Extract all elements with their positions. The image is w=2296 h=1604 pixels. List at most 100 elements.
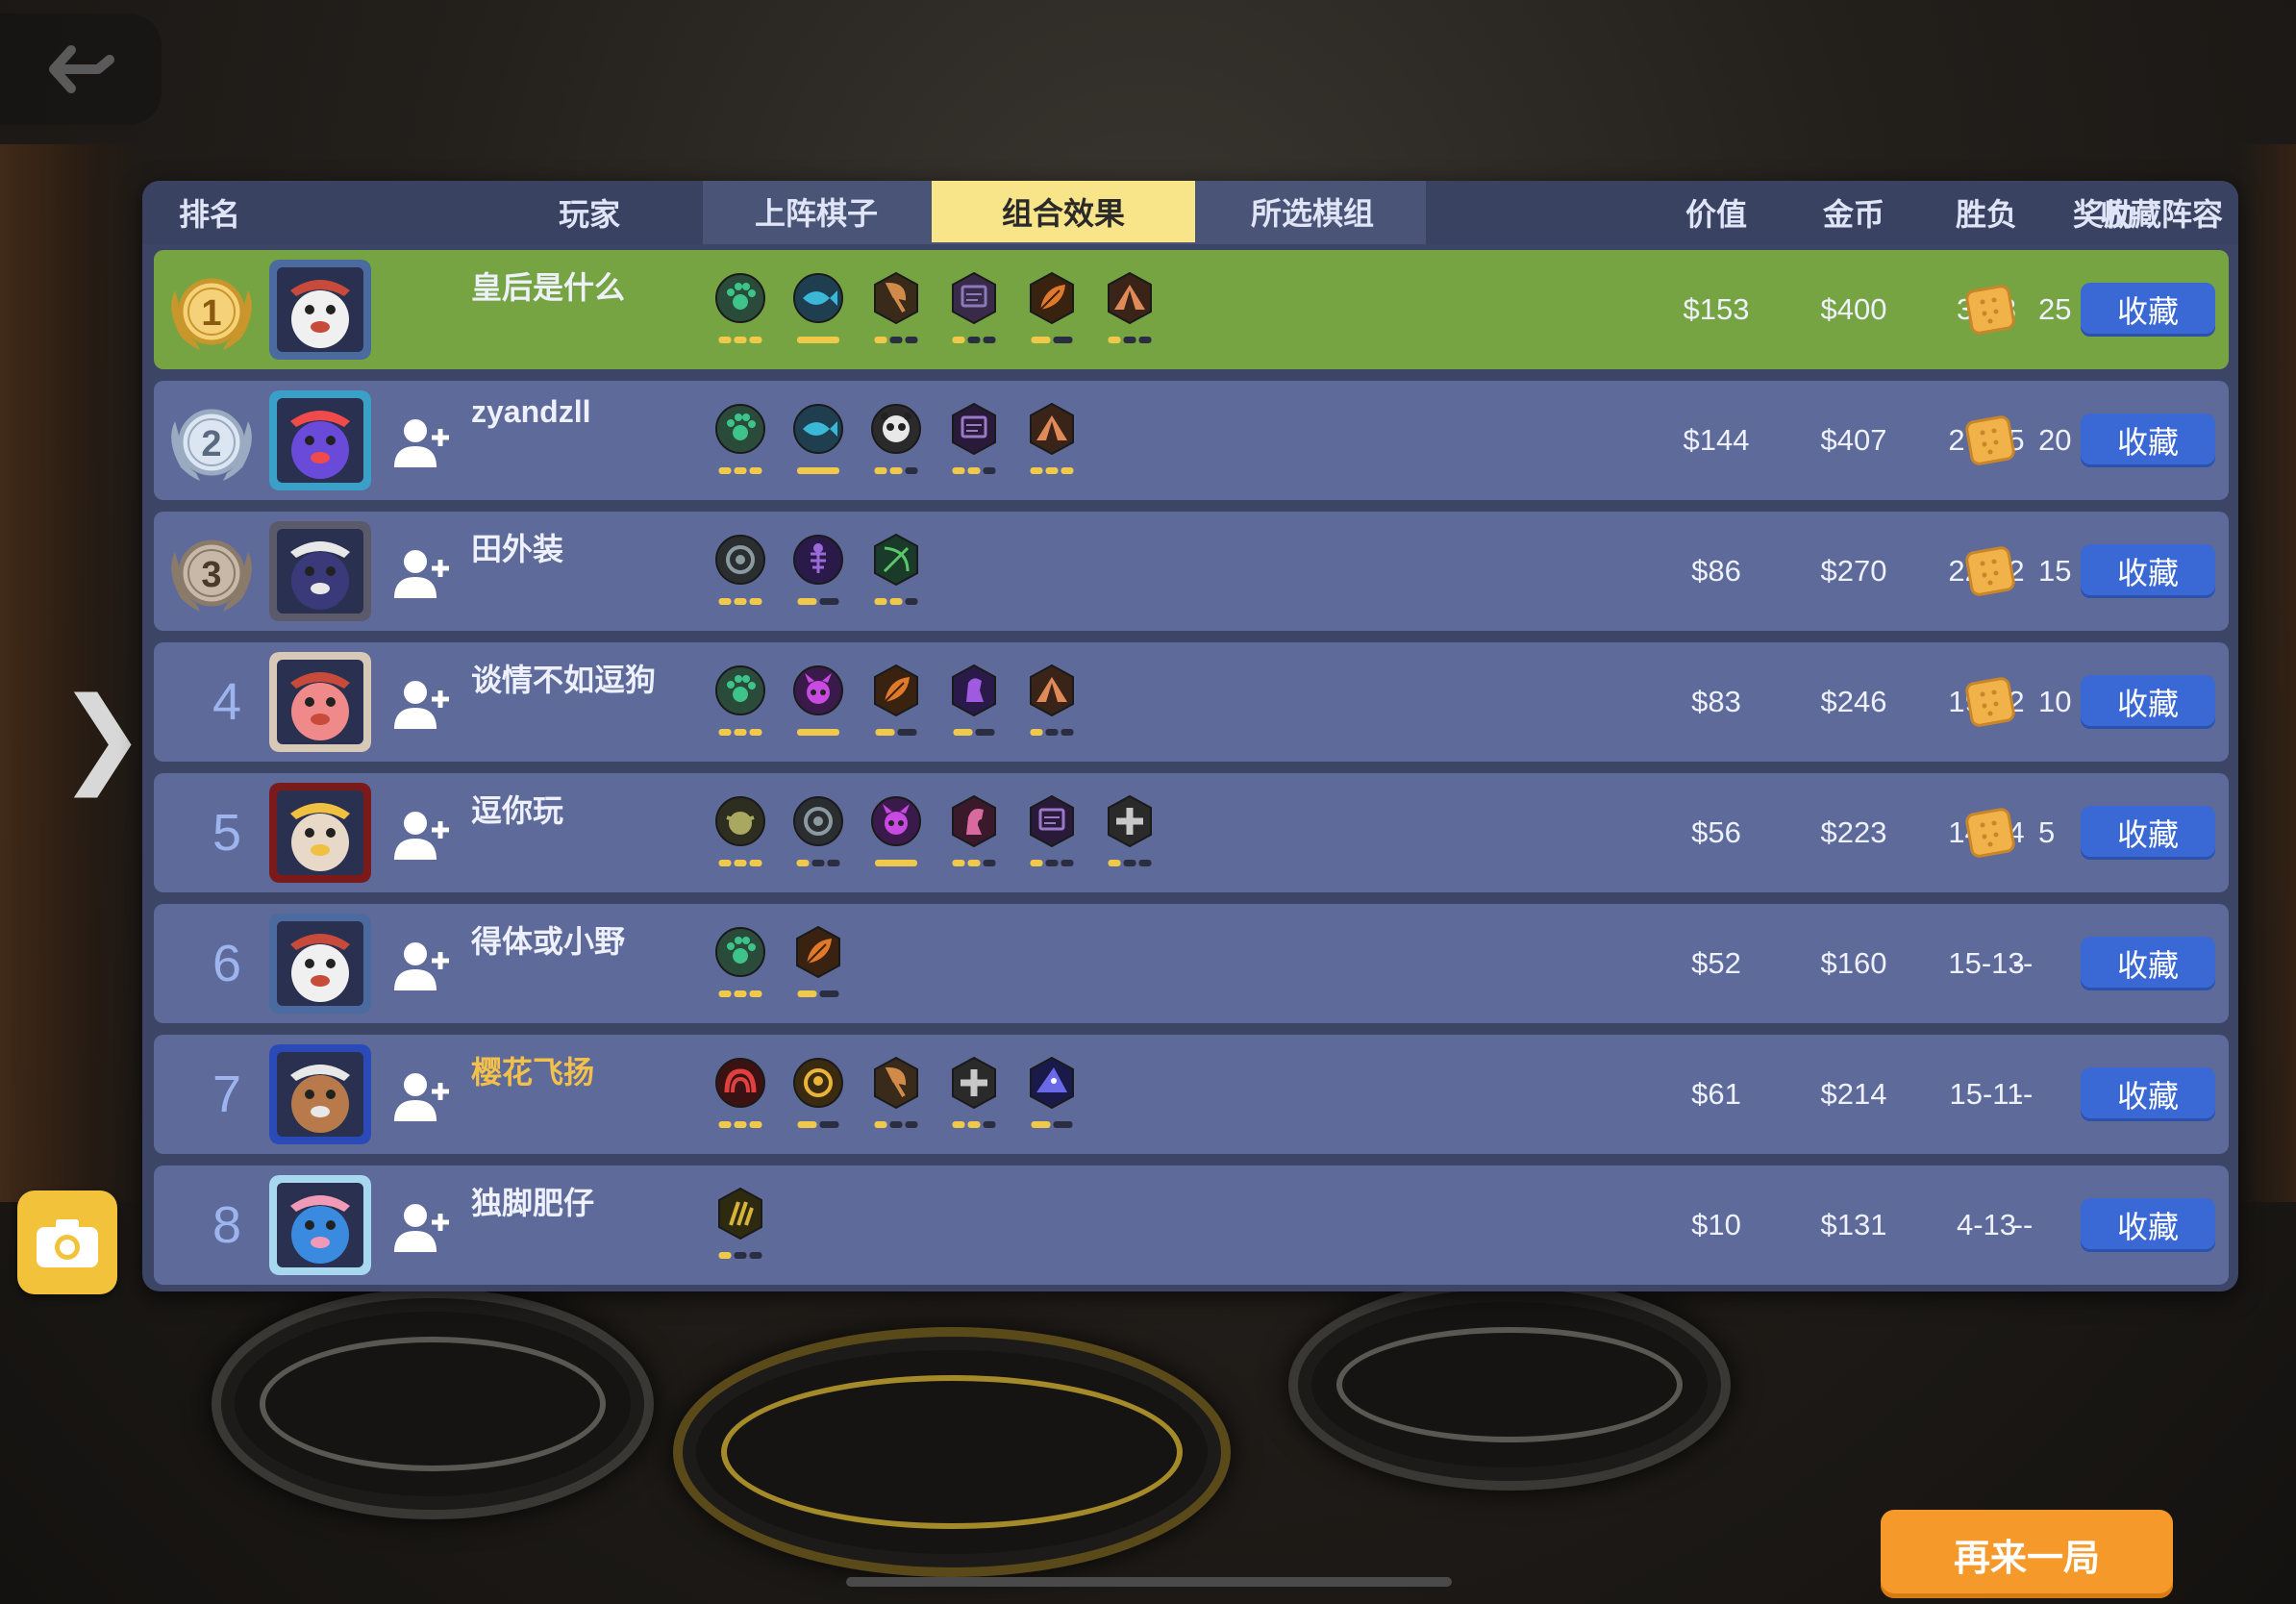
add-friend-icon[interactable] <box>392 544 452 602</box>
favorite-button[interactable]: 收藏 <box>2081 283 2215 337</box>
wave-synergy-icon[interactable] <box>710 1052 781 1139</box>
reward-amount: 5 <box>2038 815 2056 849</box>
penguin-captain-avatar-icon[interactable] <box>269 914 371 1014</box>
chess-platform <box>212 1289 654 1519</box>
bird-avatar-icon[interactable] <box>269 1175 371 1275</box>
value-cell: $153 <box>1683 292 1750 326</box>
favorite-button[interactable]: 收藏 <box>2081 414 2215 467</box>
feather-synergy-icon[interactable] <box>787 921 859 1008</box>
favorite-button[interactable]: 收藏 <box>2081 1067 2215 1121</box>
bow-synergy-icon[interactable] <box>865 529 936 615</box>
add-friend-icon[interactable] <box>392 414 452 471</box>
reward-empty: -- <box>2012 1077 2034 1111</box>
reward-empty: -- <box>2012 946 2034 980</box>
tab-selected-deck[interactable]: 所选棋组 <box>1197 181 1428 242</box>
value-cell: $52 <box>1691 946 1741 980</box>
header-winloss: 胜负 <box>1955 197 2017 232</box>
rank-medal-icon: 2 <box>162 392 262 489</box>
fish-synergy-icon[interactable] <box>787 267 859 354</box>
add-friend-icon[interactable] <box>392 1067 452 1125</box>
favorite-button[interactable]: 收藏 <box>2081 544 2215 598</box>
tablet-synergy-icon[interactable] <box>943 398 1014 485</box>
add-friend-icon[interactable] <box>392 675 452 733</box>
cracker-reward-icon <box>1961 673 2019 731</box>
feather-synergy-icon[interactable] <box>1021 267 1092 354</box>
cross-synergy-icon[interactable] <box>943 1052 1014 1139</box>
skeleton-synergy-icon[interactable] <box>787 529 859 615</box>
add-friend-icon[interactable] <box>392 1198 452 1256</box>
cross-synergy-icon[interactable] <box>1099 790 1170 877</box>
warrior-avatar-icon[interactable] <box>269 1044 371 1144</box>
svg-text:3: 3 <box>201 555 221 595</box>
header-rank: 排名 <box>178 197 240 232</box>
paw-synergy-icon[interactable] <box>710 921 781 1008</box>
paw-synergy-icon[interactable] <box>710 267 781 354</box>
reward: 10 <box>1961 642 2088 762</box>
rank-number: 6 <box>212 935 242 992</box>
knight-synergy-icon[interactable] <box>943 660 1014 746</box>
chef-avatar-icon[interactable] <box>269 652 371 752</box>
player-name: 得体或小野 <box>471 924 626 959</box>
gold-cell: $407 <box>1820 423 1887 457</box>
lion-dance-avatar-icon[interactable] <box>269 783 371 883</box>
camera-icon <box>37 1219 98 1267</box>
demon-synergy-icon[interactable] <box>865 790 936 877</box>
header-player: 玩家 <box>558 197 620 232</box>
value-cell: $144 <box>1683 423 1750 457</box>
value-cell: $56 <box>1691 815 1741 849</box>
value-cell: $86 <box>1691 554 1741 588</box>
tent-synergy-icon[interactable] <box>1021 398 1092 485</box>
play-again-button[interactable]: 再来一局 <box>1881 1510 2173 1598</box>
table-row: 5 逗你玩$56$22314-14 5收藏 <box>154 773 2229 892</box>
camera-button[interactable] <box>17 1190 117 1294</box>
feather-synergy-icon[interactable] <box>865 660 936 746</box>
player-name: 樱花飞扬 <box>471 1055 595 1090</box>
favorite-button[interactable]: 收藏 <box>2081 675 2215 729</box>
rank-number: 4 <box>212 673 242 731</box>
tab-synergies[interactable]: 组合效果 <box>932 181 1195 242</box>
penguin-captain-avatar-icon[interactable] <box>269 260 371 360</box>
table-row: 7 樱花飞扬 $61 $214 15-11 -- 收藏 <box>154 1035 2229 1154</box>
horse-synergy-icon[interactable] <box>943 790 1014 877</box>
back-button[interactable] <box>0 13 162 125</box>
cracker-reward-icon <box>1961 542 2019 600</box>
reward: 25 <box>1961 250 2088 369</box>
reward: 20 <box>1961 381 2088 500</box>
beast-synergy-icon[interactable] <box>710 529 781 615</box>
shark-avatar-icon[interactable] <box>269 390 371 490</box>
fish-synergy-icon[interactable] <box>787 398 859 485</box>
wizard-avatar-icon[interactable] <box>269 521 371 621</box>
axe-synergy-icon[interactable] <box>865 1052 936 1139</box>
beast-synergy-icon[interactable] <box>787 790 859 877</box>
gold-cell: $223 <box>1820 815 1887 849</box>
add-friend-icon[interactable] <box>392 806 452 864</box>
favorite-button[interactable]: 收藏 <box>2081 806 2215 860</box>
tab-deployed-pieces[interactable]: 上阵棋子 <box>703 181 930 242</box>
mask-synergy-icon[interactable] <box>787 1052 859 1139</box>
reward: 15 <box>1961 512 2088 631</box>
paw-synergy-icon[interactable] <box>710 660 781 746</box>
tablet-synergy-icon[interactable] <box>943 267 1014 354</box>
player-name: 逗你玩 <box>471 793 564 828</box>
hat-synergy-icon[interactable] <box>1021 1052 1092 1139</box>
axe-synergy-icon[interactable] <box>865 267 936 354</box>
favorite-button[interactable]: 收藏 <box>2081 1198 2215 1252</box>
add-friend-icon[interactable] <box>392 937 452 994</box>
panda-synergy-icon[interactable] <box>865 398 936 485</box>
claw-synergy-icon[interactable] <box>710 1183 781 1269</box>
reward-amount: 15 <box>2038 554 2072 588</box>
paw-synergy-icon[interactable] <box>710 398 781 485</box>
reward-empty: -- <box>2012 1208 2034 1241</box>
demon-synergy-icon[interactable] <box>787 660 859 746</box>
expand-arrow-icon[interactable]: ❯ <box>58 683 146 789</box>
favorite-button[interactable]: 收藏 <box>2081 937 2215 990</box>
tab-bar: 上阵棋子 组合效果 所选棋组 <box>703 181 1426 244</box>
results-panel: 排名 玩家 上阵棋子 组合效果 所选棋组 价值 金币 胜负 奖励 收藏阵容 1 … <box>142 181 2238 1291</box>
background-scene-right <box>2238 144 2296 1202</box>
goblin-synergy-icon[interactable] <box>710 790 781 877</box>
tablet-synergy-icon[interactable] <box>1021 790 1092 877</box>
home-indicator <box>846 1577 1452 1587</box>
gold-cell: $131 <box>1820 1208 1887 1241</box>
tent-synergy-icon[interactable] <box>1021 660 1092 746</box>
tent-synergy-icon[interactable] <box>1099 267 1170 354</box>
